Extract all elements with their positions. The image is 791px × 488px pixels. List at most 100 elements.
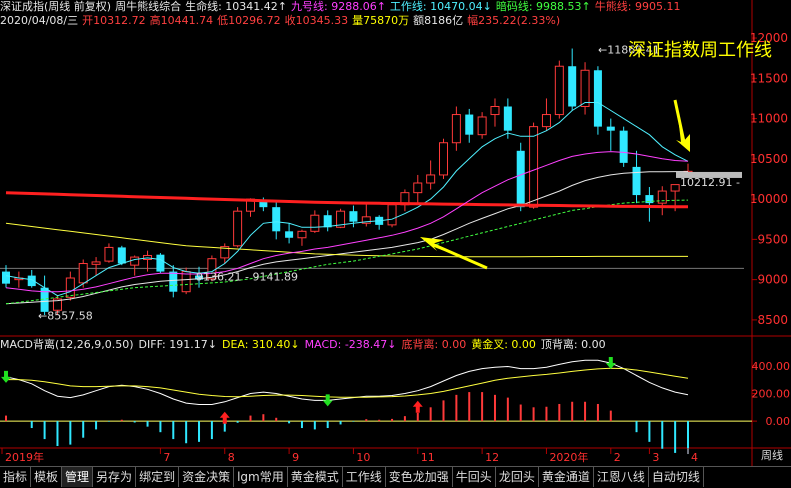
candle-body (285, 231, 294, 238)
candle-body (490, 106, 500, 116)
time-tick-label: 12 (485, 451, 499, 464)
tab-5[interactable]: 资金决策 (179, 467, 235, 487)
candle-body (477, 116, 487, 136)
candle-body (670, 184, 680, 192)
tab-4[interactable]: 绑定到 (136, 467, 180, 487)
candle-body (606, 126, 615, 131)
candle-body (349, 211, 358, 222)
low-price-label: ←8557.58 (38, 309, 93, 322)
series-line-2 (5, 102, 689, 297)
time-tick-label: 2020年 (549, 450, 588, 464)
candle-body (619, 130, 628, 163)
tab-10[interactable]: 牛回头 (453, 467, 496, 487)
candle-body (2, 271, 10, 284)
candle-body (65, 277, 75, 298)
macd-dea-line (6, 367, 689, 398)
price-tick-label: 10000 (750, 192, 788, 206)
price-tick-label: 11000 (750, 112, 788, 126)
golden-cross-arrow (219, 411, 230, 424)
candle-body (104, 246, 114, 262)
macd-tick-label: 200.00 (752, 387, 791, 400)
time-tick-label: 8 (228, 451, 235, 464)
tab-1[interactable]: 模板 (31, 467, 63, 487)
candle-body (181, 271, 191, 293)
time-tick-label: 4 (691, 451, 698, 464)
macd-tick-label: 400.00 (752, 360, 791, 373)
top-divergence-value: 顶背离: 0.00 (540, 338, 606, 351)
candle-body (413, 182, 423, 194)
tab-11[interactable]: 龙回头 (496, 467, 539, 487)
time-tick-label: 10 (356, 451, 370, 464)
candle-body (439, 142, 449, 176)
time-tick-label: 7 (163, 451, 170, 464)
tab-6[interactable]: lgm常用 (234, 467, 288, 487)
candle-body (593, 70, 602, 127)
annotation-arrow-down-shaft (673, 99, 686, 143)
bottom-tab-bar: 指标 模板 管理 另存为 绑定到 资金决策 lgm常用 黄金模式 工作线 变色龙加强 牛回头 龙回头黄… (0, 466, 791, 488)
candle-body (529, 126, 539, 208)
price-tick-label: 9000 (757, 273, 788, 287)
price-tick-label: 8500 (757, 313, 788, 327)
golden-cross-arrow (412, 400, 423, 413)
macd-diff-line (5, 359, 689, 405)
chart-annotation: 深证指数周工作线 (628, 40, 772, 61)
candle-body (516, 150, 525, 208)
price-tick-label: 11500 (750, 71, 788, 85)
candle-body (323, 215, 332, 228)
death-cross-arrow (605, 357, 616, 370)
time-tick-label: 3 (652, 451, 659, 464)
tab-2[interactable]: 管理 (62, 467, 94, 487)
candle-body (91, 261, 101, 265)
macd-value: MACD: -238.47↓ (304, 338, 397, 351)
candle-body (310, 214, 320, 232)
candle-body (632, 166, 641, 196)
candle-body (451, 114, 461, 144)
candle-body (78, 263, 88, 284)
last-price-label: 10212.91 - (680, 176, 740, 189)
candle-body (233, 210, 243, 247)
candle-body (169, 271, 178, 292)
mid-price-label: 9136.21 - 9141.89 (196, 271, 298, 284)
time-tick-label: 9 (292, 451, 299, 464)
candle-body (117, 247, 126, 264)
price-tick-label: 10500 (750, 152, 788, 166)
macd-header: MACD背离(12,26,9,0.50) DIFF: 191.17↓ DEA: 31… (0, 338, 791, 352)
tab-9[interactable]: 变色龙加强 (386, 467, 453, 487)
diff-value: DIFF: 191.17↓ (138, 338, 217, 351)
macd-title: MACD背离(12,26,9,0.50) (0, 338, 134, 351)
price-tick-label: 9500 (757, 232, 788, 246)
time-tick-label: 11 (421, 451, 435, 464)
tab-7[interactable]: 黄金模式 (288, 467, 343, 487)
series-line-5 (5, 151, 689, 293)
tab-14[interactable]: 自动切线 (649, 467, 704, 487)
golden-cross-value: 黄金叉: 0.00 (471, 338, 536, 351)
candle-body (272, 207, 281, 232)
tab-13[interactable]: 江恩八线 (594, 467, 649, 487)
candle-body (426, 174, 436, 184)
death-cross-arrow (1, 370, 11, 383)
dea-value: DEA: 310.40↓ (221, 338, 300, 351)
series-line-4 (5, 191, 689, 209)
time-tick-label: 2 (614, 451, 621, 464)
candle-body (130, 256, 140, 266)
period-label[interactable]: 周线 (753, 448, 791, 464)
tab-12[interactable]: 黄金通道 (539, 467, 594, 487)
bottom-divergence-value: 底背离: 0.00 (401, 338, 467, 351)
last-price-marker (676, 171, 742, 178)
candle-body (503, 106, 512, 131)
candle-body (554, 65, 564, 116)
time-tick-label: 2019年 (5, 450, 44, 464)
chart-area: 8500900095001000010500110001150012000←11… (0, 0, 791, 466)
candle-body (568, 66, 577, 107)
candle-body (297, 230, 307, 239)
candle-body (387, 204, 397, 226)
tab-0[interactable]: 指标 (0, 467, 32, 487)
candle-body (541, 114, 551, 128)
macd-tick-label: 0.00 (766, 415, 791, 428)
candle-body (580, 69, 590, 108)
death-cross-arrow (322, 394, 333, 407)
candle-body (156, 254, 165, 272)
annotation-arrow-left-shaft (431, 242, 488, 270)
tab-8[interactable]: 工作线 (343, 467, 386, 487)
tab-3[interactable]: 另存为 (93, 467, 137, 487)
